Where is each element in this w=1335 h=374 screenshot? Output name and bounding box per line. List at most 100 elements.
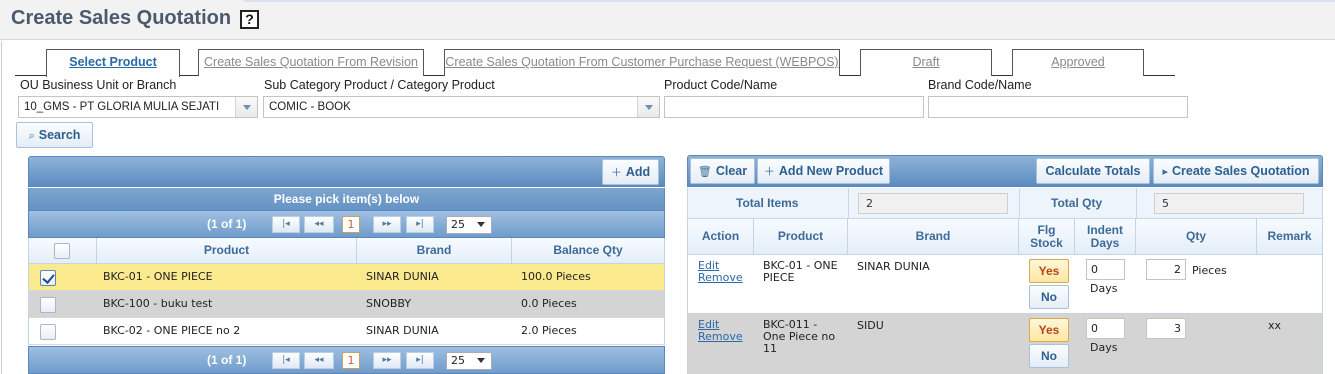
table-row[interactable]: BKC-01 - ONE PIECE SINAR DUNIA 100.0 Pie… — [28, 264, 665, 291]
create-sales-quotation-button[interactable]: ▸ Create Sales Quotation — [1153, 158, 1319, 184]
row-product: BKC-100 - buku test — [103, 297, 213, 310]
list-item: Edit Remove BKC-011 - One Piece no 11 SI… — [687, 314, 1323, 374]
row-brand: SINAR DUNIA — [366, 270, 439, 283]
calculate-totals-button[interactable]: Calculate Totals — [1036, 158, 1150, 184]
tab-from-webpos[interactable]: Create Sales Quotation From Customer Pur… — [444, 49, 840, 76]
list-item: Edit Remove BKC-01 - ONE PIECE SINAR DUN… — [687, 255, 1323, 314]
qty-input[interactable]: 2 — [1146, 259, 1186, 280]
total-qty-value: 5 — [1154, 193, 1304, 214]
flg-stock-no-button[interactable]: No — [1029, 344, 1069, 368]
right-grid-header: Action Product Brand Flg Stock Indent Da… — [687, 219, 1323, 255]
row-product: BKC-02 - ONE PIECE no 2 — [103, 324, 241, 337]
indent-days-input[interactable]: 0 — [1086, 318, 1125, 339]
flg-stock-no-button[interactable]: No — [1029, 285, 1069, 309]
ou-select[interactable]: 10_GMS - PT GLORIA MULIA SEJATI — [18, 96, 258, 118]
page-title: Create Sales Quotation — [11, 7, 232, 29]
search-button[interactable]: ⌕ Search — [16, 122, 93, 148]
col-brand: Brand — [848, 219, 1019, 254]
category-select-value: COMIC - BOOK — [269, 101, 351, 113]
chevron-right-icon: ▸ — [1162, 166, 1168, 178]
table-row[interactable]: BKC-02 - ONE PIECE no 2 SINAR DUNIA 2.0 … — [28, 318, 665, 345]
col-product: Product — [754, 219, 848, 254]
row-brand: SIDU — [857, 319, 884, 332]
divider — [1019, 188, 1020, 218]
days-label: Days — [1090, 341, 1118, 354]
col-brand[interactable]: Brand — [357, 238, 512, 263]
col-qty: Qty — [1136, 219, 1257, 254]
total-items-value: 2 — [858, 193, 1008, 214]
tab-draft[interactable]: Draft — [860, 49, 992, 76]
last-page-icon[interactable]: ▸| — [406, 216, 434, 233]
row-product: BKC-01 - ONE PIECE — [763, 259, 838, 284]
pager-status: (1 of 1) — [207, 217, 247, 231]
add-button[interactable]: ＋ Add — [602, 159, 659, 185]
next-page-icon[interactable]: ▸▸ — [373, 216, 401, 233]
current-page[interactable]: 1 — [342, 216, 360, 233]
prev-page-icon[interactable]: ◂◂ — [304, 352, 334, 369]
category-label: Sub Category Product / Category Product — [264, 78, 495, 92]
search-icon: ⌕ — [28, 130, 35, 142]
total-qty-label: Total Qty — [1051, 196, 1103, 210]
flg-stock-yes-button[interactable]: Yes — [1029, 259, 1069, 283]
indent-days-input[interactable]: 0 — [1086, 259, 1125, 280]
left-grid-header: Product Brand Balance Qty — [28, 238, 665, 264]
brand-code-input[interactable] — [928, 96, 1188, 118]
row-brand: SINAR DUNIA — [857, 260, 930, 273]
row-balance: 0.0 Pieces — [521, 297, 577, 310]
add-button-label: Add — [625, 165, 651, 179]
page-size-select[interactable]: 25 — [446, 352, 492, 370]
days-label: Days — [1090, 282, 1118, 295]
row-checkbox[interactable] — [40, 270, 56, 286]
product-code-input[interactable] — [664, 96, 924, 118]
row-checkbox[interactable] — [40, 324, 56, 340]
pager-status: (1 of 1) — [207, 353, 247, 367]
col-action: Action — [688, 219, 754, 254]
create-sales-quotation-label: Create Sales Quotation — [1171, 164, 1310, 178]
tab-select-product[interactable]: Select Product — [46, 49, 180, 77]
pager-top: (1 of 1) |◂ ◂◂ 1 ▸▸ ▸| 25 — [28, 210, 665, 238]
unit-label: Pieces — [1192, 264, 1227, 277]
trash-icon: 🗑 — [697, 166, 712, 178]
add-new-product-button[interactable]: ＋ Add New Product — [757, 158, 890, 184]
tab-from-revision[interactable]: Create Sales Quotation From Revision — [198, 49, 424, 76]
next-page-icon[interactable]: ▸▸ — [373, 352, 401, 369]
page-header: Create Sales Quotation ? — [0, 0, 1335, 40]
col-product[interactable]: Product — [97, 238, 357, 263]
clear-button[interactable]: 🗑 Clear — [690, 158, 755, 184]
row-product: BKC-01 - ONE PIECE — [103, 270, 213, 283]
divider — [1136, 188, 1137, 218]
select-all-cell — [29, 238, 97, 263]
col-flg-stock: Flg Stock — [1019, 219, 1075, 254]
tab-approved[interactable]: Approved — [1012, 49, 1144, 76]
remove-link[interactable]: Remove — [698, 331, 743, 343]
flg-stock-yes-button[interactable]: Yes — [1029, 318, 1069, 342]
col-indent-days: Indent Days — [1075, 219, 1136, 254]
pick-heading: Please pick item(s) below — [28, 188, 665, 210]
table-row[interactable]: BKC-100 - buku test SNOBBY 0.0 Pieces — [28, 291, 665, 318]
last-page-icon[interactable]: ▸| — [406, 352, 434, 369]
select-all-checkbox[interactable] — [54, 243, 70, 259]
current-page[interactable]: 1 — [342, 352, 360, 369]
prev-page-icon[interactable]: ◂◂ — [304, 216, 334, 233]
search-button-label: Search — [38, 128, 81, 142]
col-balance-qty[interactable]: Balance Qty — [512, 238, 664, 263]
first-page-icon[interactable]: |◂ — [272, 352, 300, 369]
total-items-label: Total Items — [736, 196, 799, 210]
row-checkbox[interactable] — [40, 297, 56, 313]
row-remark: xx — [1268, 319, 1282, 332]
chevron-down-icon[interactable] — [637, 97, 659, 117]
pager-bottom: (1 of 1) |◂ ◂◂ 1 ▸▸ ▸| 25 — [28, 346, 665, 374]
plus-icon: ＋ — [610, 167, 622, 179]
help-icon[interactable]: ? — [240, 10, 259, 29]
row-product: BKC-011 - One Piece no 11 — [763, 318, 836, 355]
first-page-icon[interactable]: |◂ — [272, 216, 300, 233]
ou-select-value: 10_GMS - PT GLORIA MULIA SEJATI — [24, 101, 220, 113]
row-balance: 100.0 Pieces — [521, 270, 591, 283]
qty-input[interactable]: 3 — [1146, 318, 1186, 339]
remove-link[interactable]: Remove — [698, 272, 743, 284]
add-new-product-label: Add New Product — [778, 164, 884, 178]
page-size-select[interactable]: 25 — [446, 216, 492, 234]
category-select[interactable]: COMIC - BOOK — [263, 96, 660, 118]
clear-button-label: Clear — [715, 164, 748, 178]
chevron-down-icon[interactable] — [235, 97, 257, 117]
